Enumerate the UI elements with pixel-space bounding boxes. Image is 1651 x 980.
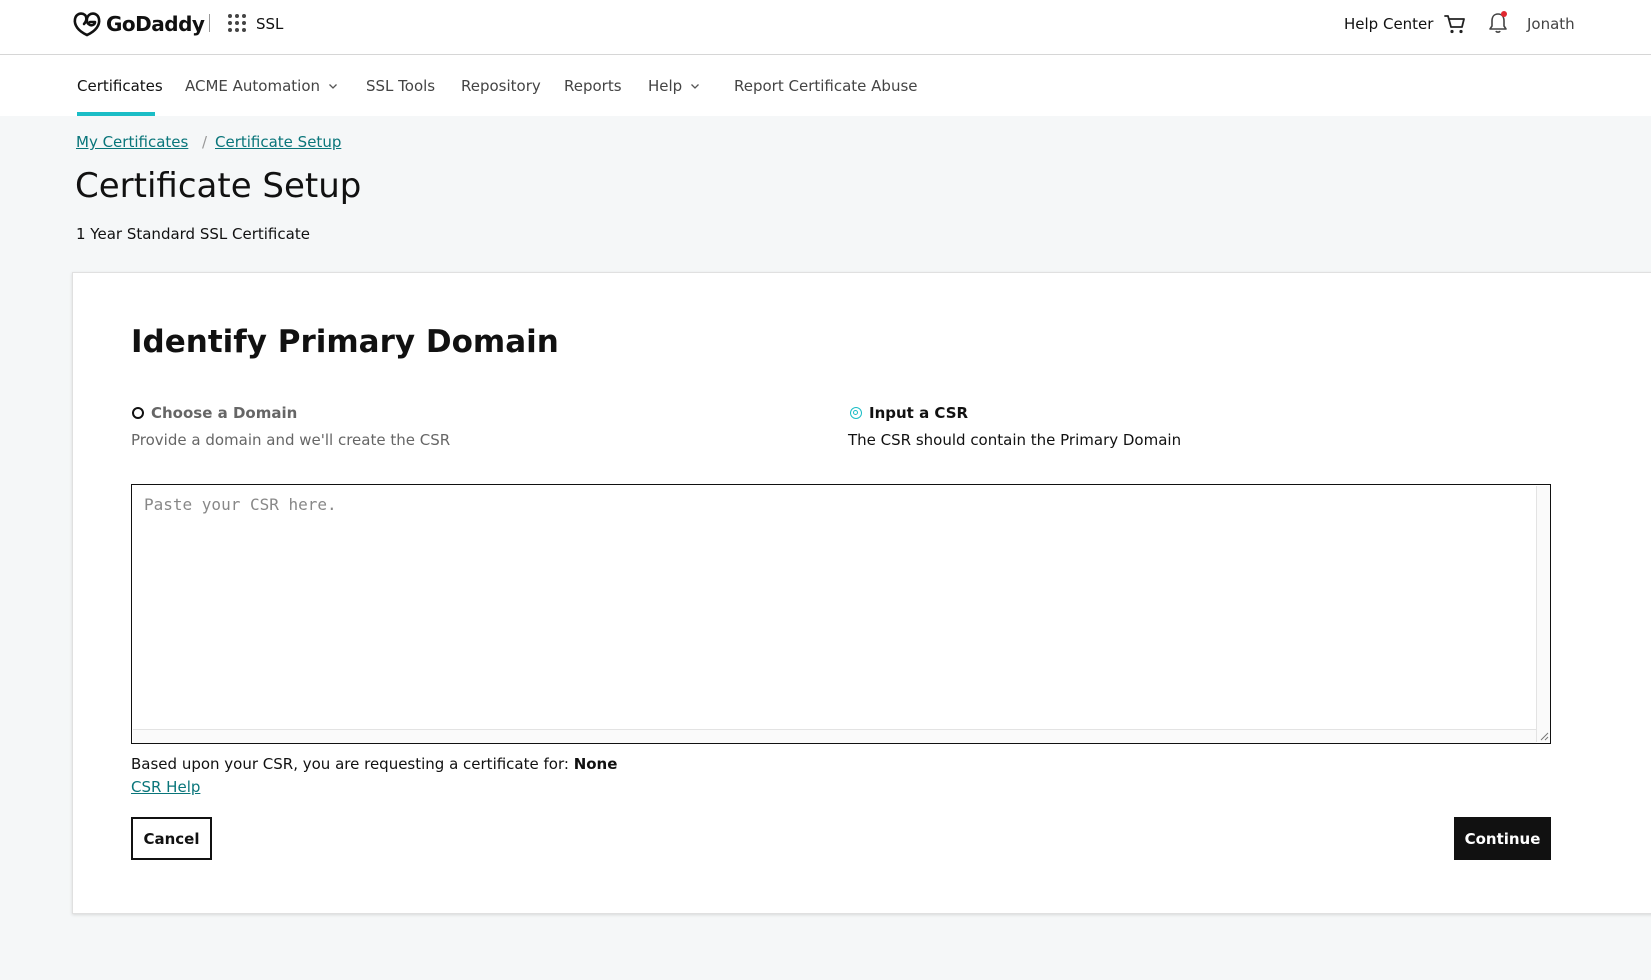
continue-button[interactable]: Continue bbox=[1454, 817, 1551, 860]
nav-certificates[interactable]: Certificates bbox=[77, 77, 163, 95]
csr-input[interactable] bbox=[131, 484, 1551, 744]
cancel-button[interactable]: Cancel bbox=[131, 817, 212, 860]
nav-label: Repository bbox=[461, 77, 541, 95]
nav-report-certificate-abuse[interactable]: Report Certificate Abuse bbox=[734, 77, 918, 95]
page-title: Certificate Setup bbox=[75, 166, 362, 206]
nav-reports[interactable]: Reports bbox=[564, 77, 622, 95]
nav-label: Reports bbox=[564, 77, 622, 95]
nav-label: SSL Tools bbox=[366, 77, 436, 95]
option-description: Provide a domain and we'll create the CS… bbox=[131, 431, 451, 449]
active-tab-indicator bbox=[77, 112, 155, 116]
option-input-csr[interactable]: Input a CSR bbox=[850, 404, 968, 422]
top-bar: GoDaddy SSL Help Center Jonath bbox=[0, 0, 1651, 55]
header-divider bbox=[209, 14, 210, 32]
breadcrumb-separator: / bbox=[202, 133, 208, 151]
option-label: Input a CSR bbox=[869, 404, 969, 422]
horizontal-scrollbar[interactable] bbox=[133, 729, 1536, 743]
godaddy-logo[interactable]: GoDaddy bbox=[72, 10, 205, 38]
help-center-link[interactable]: Help Center bbox=[1344, 15, 1433, 33]
vertical-scrollbar[interactable] bbox=[1536, 486, 1550, 742]
csr-help-link[interactable]: CSR Help bbox=[131, 778, 200, 796]
nav-help[interactable]: Help bbox=[648, 77, 700, 95]
chevron-down-icon bbox=[691, 84, 700, 89]
nav-repository[interactable]: Repository bbox=[461, 77, 541, 95]
page-subtitle: 1 Year Standard SSL Certificate bbox=[76, 225, 310, 243]
request-value: None bbox=[573, 755, 618, 773]
radio-selected-icon[interactable] bbox=[850, 407, 862, 419]
user-name[interactable]: Jonath bbox=[1527, 15, 1575, 33]
option-choose-domain[interactable]: Choose a Domain bbox=[132, 404, 297, 422]
godaddy-logo-icon bbox=[73, 12, 101, 37]
nav-label: Certificates bbox=[77, 77, 163, 95]
nav-acme-automation[interactable]: ACME Automation bbox=[185, 77, 338, 95]
breadcrumb-my-certificates[interactable]: My Certificates bbox=[76, 133, 188, 151]
main-nav: Certificates ACME Automation SSL Tools R… bbox=[0, 55, 1651, 116]
apps-grid-icon[interactable] bbox=[228, 14, 246, 32]
chevron-down-icon bbox=[329, 84, 337, 89]
nav-label: ACME Automation bbox=[185, 77, 321, 95]
brand-name: GoDaddy bbox=[106, 12, 205, 36]
option-description: The CSR should contain the Primary Domai… bbox=[848, 431, 1182, 449]
cart-icon[interactable] bbox=[1443, 12, 1467, 36]
request-summary: Based upon your CSR, you are requesting … bbox=[131, 755, 617, 773]
bell-icon[interactable] bbox=[1486, 10, 1510, 36]
product-name[interactable]: SSL bbox=[256, 15, 283, 33]
notification-dot bbox=[1501, 11, 1507, 17]
option-label: Choose a Domain bbox=[151, 404, 298, 422]
breadcrumb-certificate-setup[interactable]: Certificate Setup bbox=[215, 133, 341, 151]
nav-label: Help bbox=[648, 77, 683, 95]
request-prefix: Based upon your CSR, you are requesting … bbox=[131, 755, 569, 773]
resize-handle-icon[interactable] bbox=[1538, 730, 1549, 741]
nav-ssl-tools[interactable]: SSL Tools bbox=[366, 77, 435, 95]
radio-unselected-icon[interactable] bbox=[132, 407, 144, 419]
form-title: Identify Primary Domain bbox=[131, 324, 559, 360]
nav-label: Report Certificate Abuse bbox=[734, 77, 918, 95]
